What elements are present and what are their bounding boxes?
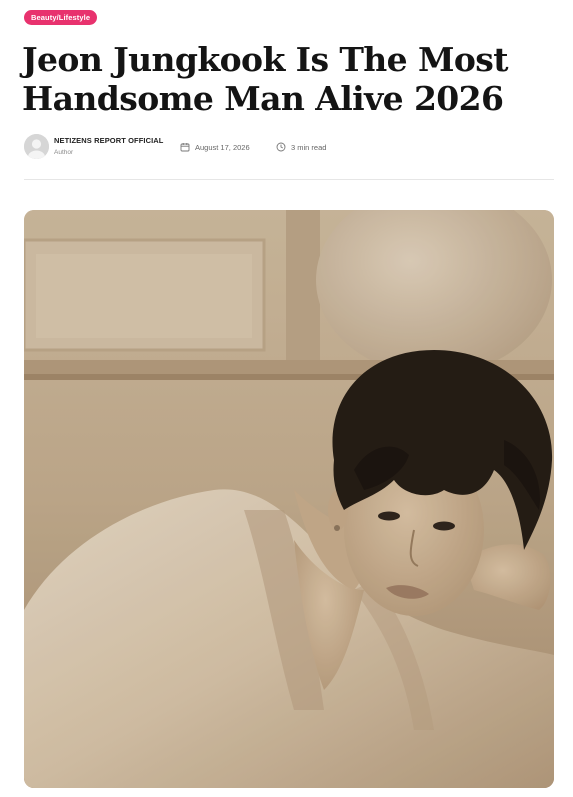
publish-date: August 17, 2026: [180, 141, 250, 153]
author-name[interactable]: NETIZENS REPORT OFFICIAL: [54, 136, 163, 145]
author-avatar[interactable]: [24, 134, 49, 159]
author-role: Author: [54, 149, 74, 156]
meta-divider: [24, 179, 554, 180]
article-title-line-2: Handsome Man Alive 2026: [22, 79, 504, 118]
read-time: 3 min read: [276, 141, 326, 153]
clock-icon: [276, 142, 286, 152]
article-hero-image[interactable]: [24, 210, 554, 788]
article-meta: NETIZENS REPORT OFFICIAL Author August 1…: [24, 134, 554, 160]
calendar-icon: [180, 143, 190, 152]
article-title-line-1: Jeon Jungkook Is The Most: [22, 40, 509, 79]
portrait-photo: [24, 210, 554, 788]
read-time-text: 3 min read: [291, 142, 327, 152]
default-avatar-icon: [24, 134, 49, 159]
category-badge[interactable]: Beauty/Lifestyle: [24, 10, 98, 25]
publish-date-text: August 17, 2026: [195, 142, 250, 152]
article-title: Jeon Jungkook Is The Most Handsome Man A…: [22, 40, 542, 118]
